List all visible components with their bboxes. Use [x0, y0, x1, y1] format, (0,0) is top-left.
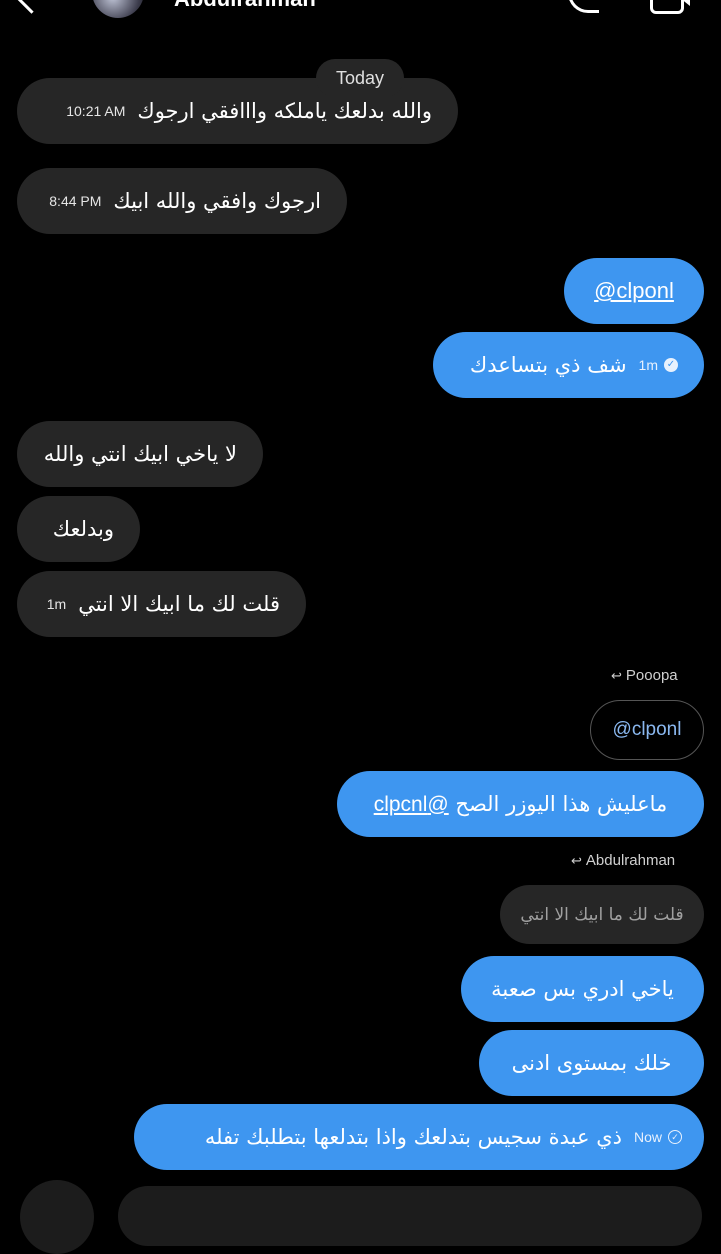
message-outgoing[interactable]: ياخي ادري بس صعبة: [461, 956, 704, 1022]
message-outgoing[interactable]: ماعليش هذا اليوزر الصح @clpcnl: [337, 771, 704, 837]
video-camera-icon[interactable]: [650, 0, 684, 14]
camera-button[interactable]: [20, 1180, 94, 1254]
message-text: لا ياخي ابيك انتي والله: [43, 442, 237, 466]
video-camera-lens-icon: [680, 0, 690, 6]
message-text: ياخي ادري بس صعبة: [491, 977, 674, 1001]
reply-to-name: Pooopa: [625, 667, 678, 684]
quoted-text: قلت لك ما ابيك الا انتي: [520, 904, 684, 925]
message-time: 8:44 PM: [49, 193, 102, 209]
reply-to-label: ↩ Pooopa: [611, 667, 678, 684]
message-time-status: Now ✓: [634, 1129, 682, 1145]
reply-arrow-icon: ↩: [571, 852, 582, 868]
chevron-left-icon[interactable]: [15, 0, 48, 14]
message-incoming[interactable]: وبدلعك: [17, 496, 140, 562]
message-text: خلك بمستوى ادنى: [511, 1051, 672, 1075]
reply-to-name: Abdulrahman: [585, 852, 676, 869]
seen-check-icon: ✓: [664, 358, 678, 372]
reply-arrow-icon: ↩: [611, 667, 622, 683]
message-text: قلت لك ما ابيك الا انتي: [78, 592, 280, 616]
message-incoming[interactable]: لا ياخي ابيك انتي والله: [17, 421, 263, 487]
message-text: وبدلعك: [52, 517, 114, 541]
message-text: والله بدلعك ياملكه وااافقي ارجوك: [137, 99, 432, 123]
message-incoming[interactable]: 1m قلت لك ما ابيك الا انتي: [17, 571, 306, 637]
message-outgoing[interactable]: 1m ✓ شف ذي بتساعدك: [433, 332, 704, 398]
chat-header: Abdulrahman: [0, 0, 721, 20]
mention-link[interactable]: @clpcnl: [374, 793, 449, 816]
contact-name[interactable]: Abdulrahman: [174, 0, 316, 12]
quoted-text: @clponl: [612, 719, 682, 740]
message-incoming[interactable]: 8:44 PM ارجوك وافقي والله ابيك: [17, 168, 347, 234]
quoted-message[interactable]: قلت لك ما ابيك الا انتي: [500, 885, 704, 944]
mention-link[interactable]: @clponl: [594, 278, 674, 304]
message-time-status: 1m ✓: [639, 357, 678, 373]
reply-to-label: ↩ Abdulrahman: [571, 852, 675, 869]
message-time: Now: [633, 1129, 662, 1145]
day-separator: Today: [316, 59, 404, 97]
message-text: ارجوك وافقي والله ابيك: [113, 189, 321, 213]
message-time: 10:21 AM: [66, 103, 126, 119]
avatar[interactable]: [92, 0, 144, 18]
phone-icon[interactable]: [568, 0, 599, 13]
message-input[interactable]: [118, 1186, 702, 1246]
message-text: شف ذي بتساعدك: [469, 353, 627, 377]
message-text: ماعليش هذا اليوزر الصح @clpcnl: [374, 792, 668, 817]
message-outgoing[interactable]: @clponl: [564, 258, 704, 324]
message-text: ذي عبدة سجيس بتدلعك واذا بتدلعها بتطلبك …: [204, 1125, 622, 1149]
message-time: 1m: [638, 357, 658, 373]
quoted-message[interactable]: @clponl: [590, 700, 704, 760]
message-outgoing[interactable]: Now ✓ ذي عبدة سجيس بتدلعك واذا بتدلعها ب…: [134, 1104, 704, 1170]
message-text-part: ماعليش هذا اليوزر الصح: [448, 791, 668, 816]
sent-check-icon: ✓: [668, 1130, 682, 1144]
message-outgoing[interactable]: خلك بمستوى ادنى: [479, 1030, 704, 1096]
message-time: 1m: [46, 596, 67, 612]
